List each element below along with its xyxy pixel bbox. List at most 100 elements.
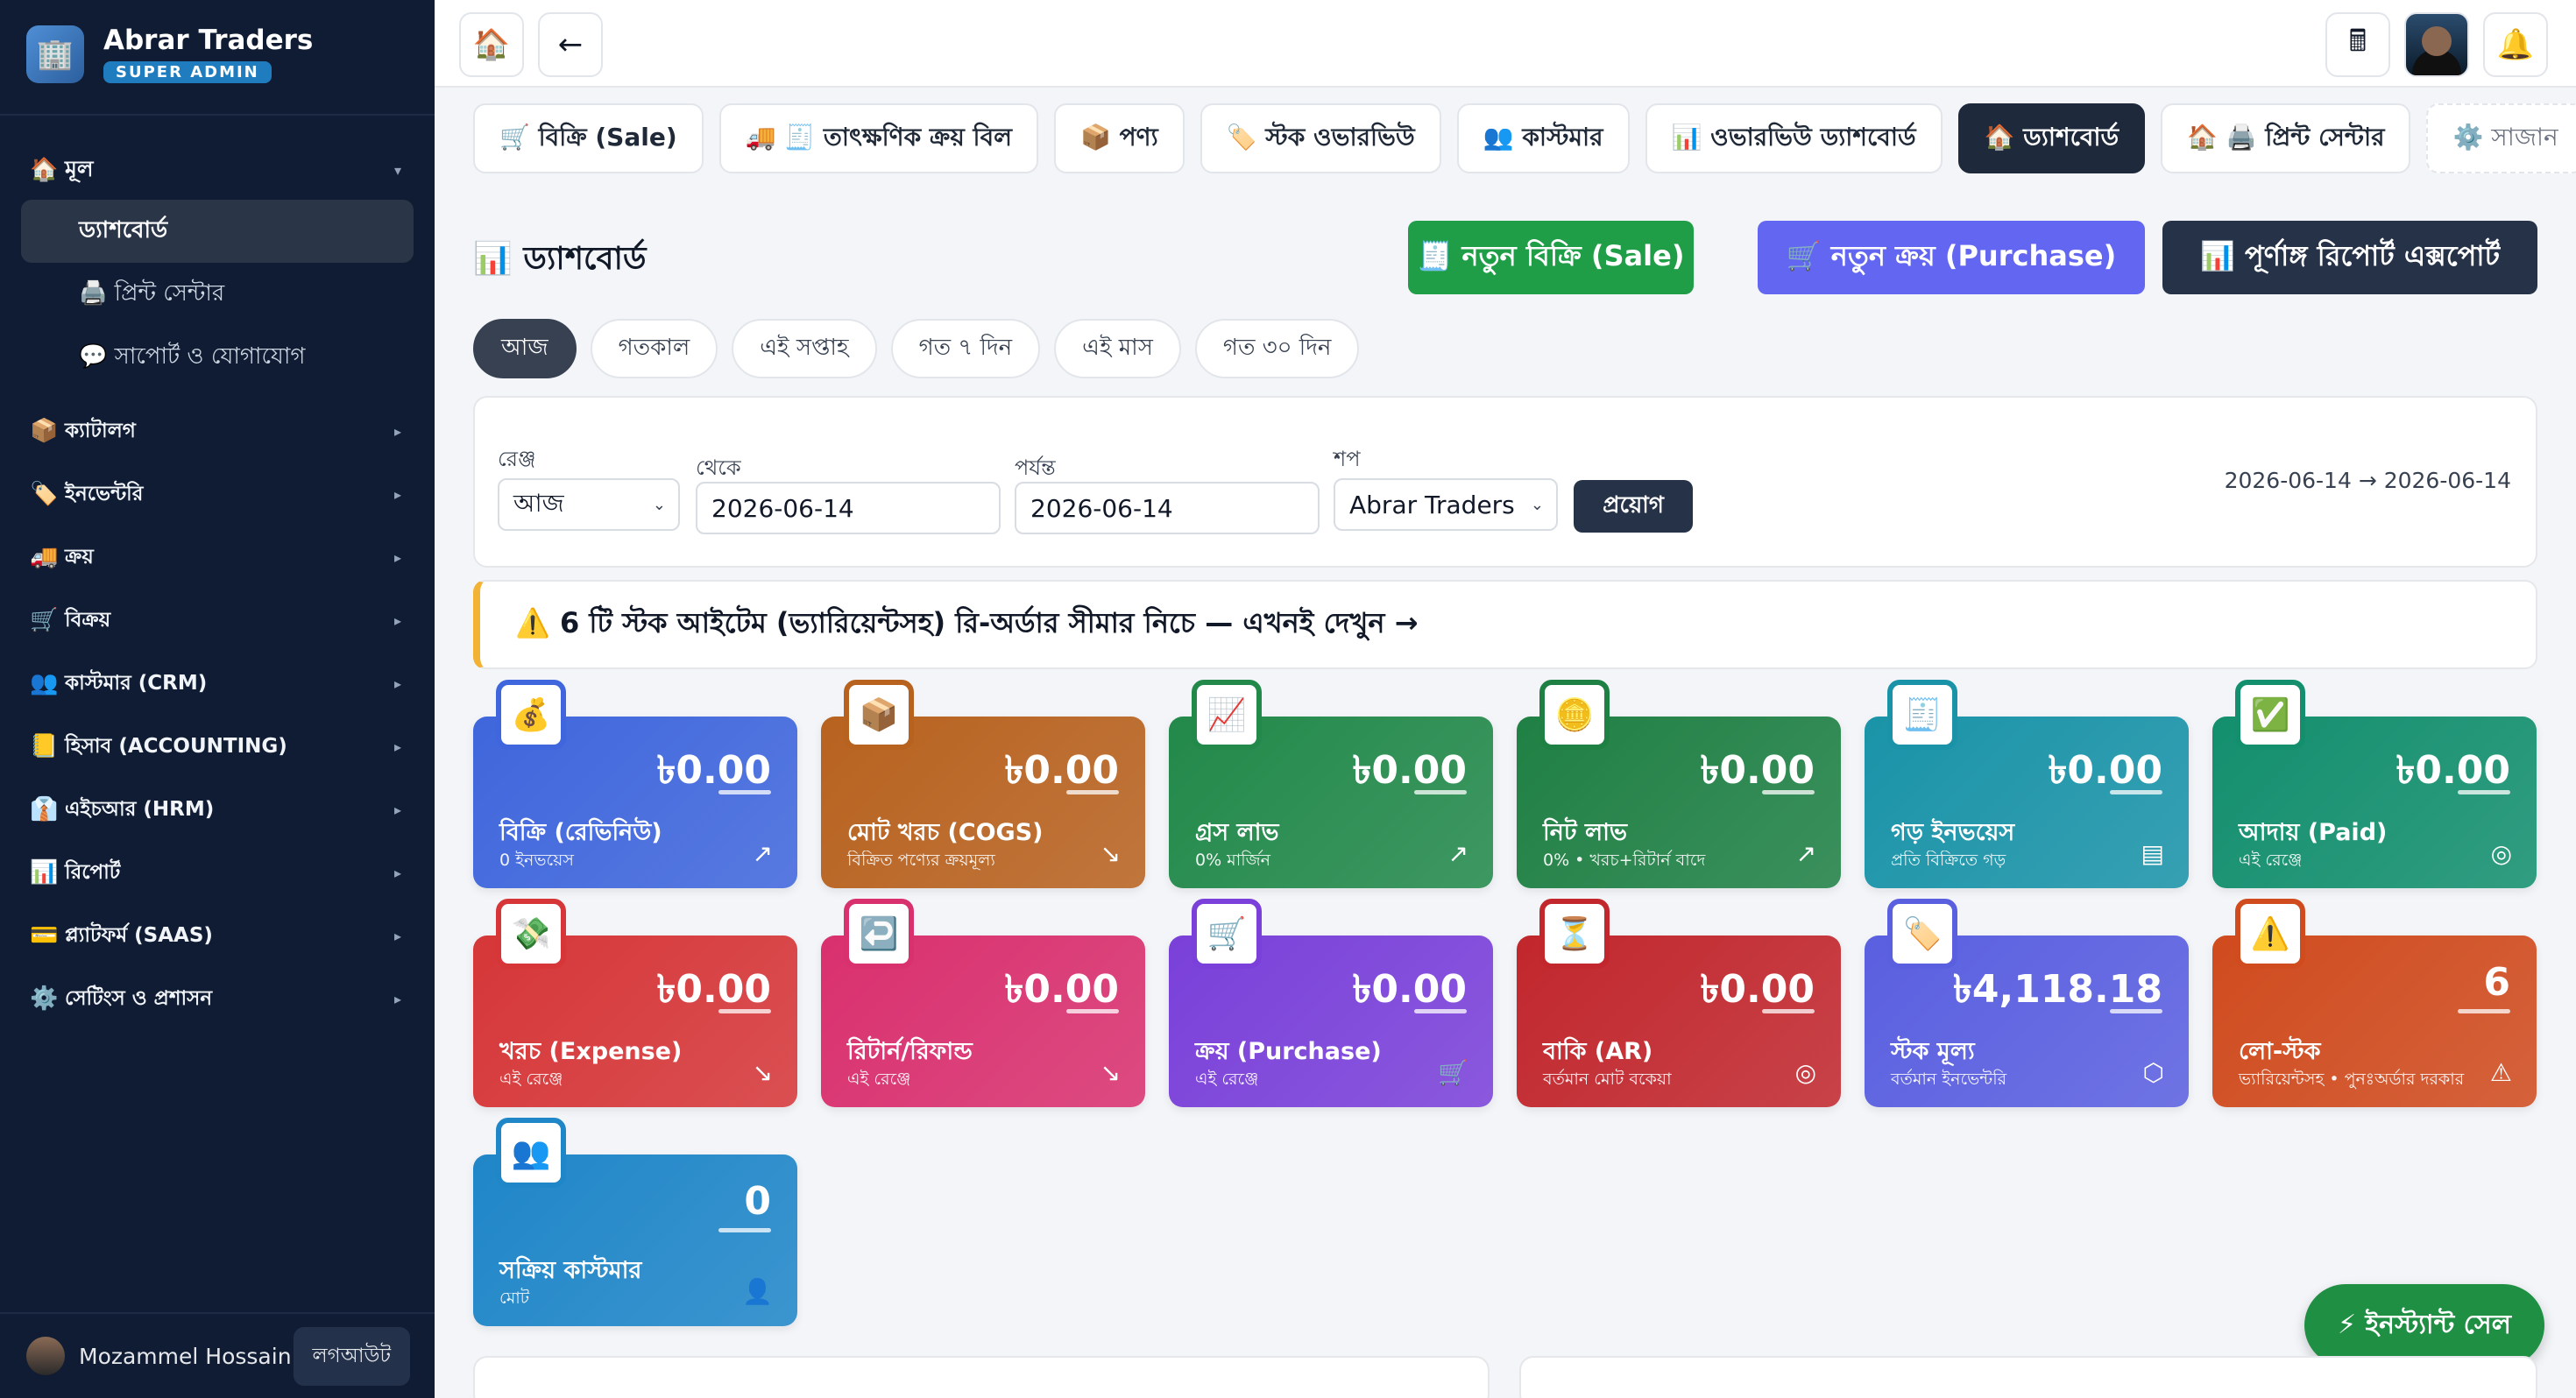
range-chip-3[interactable]: গত ৭ দিন [890,319,1041,378]
kpi-trend-icon: ↗ [1795,839,1816,868]
kpi-card[interactable]: ↩️ ৳0.00 রিটার্ন/রিফান্ড এই রেঞ্জে ↘ [821,899,1145,1107]
range-chip-4[interactable]: এই মাস [1054,319,1181,378]
kpi-card-underline [1414,790,1467,794]
kpi-card[interactable]: 🧾 ৳0.00 গড় ইনভয়েস প্রতি বিক্রিতে গড় ▤ [1865,680,2189,888]
kpi-card-subtitle: বিক্রিত পণ্যের ক্রয়মূল্য [847,851,995,870]
kpi-trend-icon: ◎ [2490,839,2512,868]
kpi-card-value: ৳0.00 [656,748,771,793]
tab-0[interactable]: 🛒 বিক্রি (Sale) [473,103,704,173]
notifications-button[interactable]: 🔔 [2483,12,2548,77]
kpi-card[interactable]: ✅ ৳0.00 আদায় (Paid) এই রেঞ্জে ◎ [2212,680,2537,888]
tab-3[interactable]: 🏷️ স্টক ওভারভিউ [1200,103,1441,173]
sidebar-group-3[interactable]: 🛒 বিক্রয় ▸ [21,589,414,652]
kpi-card-subtitle: এই রেঞ্জে [499,1070,563,1089]
sidebar-group-label: বিক্রয় [65,608,111,632]
sidebar-item-main-2[interactable]: 💬 সাপোর্ট ও যোগাযোগ [21,326,414,389]
kpi-card-value: ৳0.00 [656,967,771,1012]
kpi-card[interactable]: 🪙 ৳0.00 নিট লাভ 0% • খরচ+রিটার্ন বাদে ↗ [1517,680,1841,888]
chevron-right-icon: ▸ [393,990,401,1007]
chevron-down-icon: ▾ [393,161,401,179]
kpi-card-underline [1066,1009,1119,1013]
tab-8[interactable]: ⚙️ সাজান [2426,103,2576,173]
user-avatar[interactable] [26,1337,65,1375]
kpi-card-icon: 🪙 [1539,680,1610,750]
from-date-input[interactable]: 2026-06-14 [696,482,1001,534]
tab-5[interactable]: 📊 ওভারভিউ ড্যাশবোর্ড [1645,103,1943,173]
export-report-button[interactable]: 📊 পূর্ণাঙ্গ রিপোর্ট এক্সপোর্ট [2162,221,2537,294]
kpi-trend-icon: 🛒 [1438,1058,1468,1087]
kpi-card[interactable]: 🛒 ৳0.00 ক্রয় (Purchase) এই রেঞ্জে 🛒 [1169,899,1493,1107]
range-select-value: আজ [513,488,564,518]
kpi-card-subtitle: এই রেঞ্জে [847,1070,911,1089]
new-sale-button[interactable]: 🧾 নতুন বিক্রি (Sale) [1408,221,1694,294]
chevron-right-icon: ▸ [393,611,401,629]
kpi-card-underline [2110,1009,2162,1013]
kpi-card[interactable]: 📈 ৳0.00 গ্রস লাভ 0% মার্জিন ↗ [1169,680,1493,888]
kpi-trend-icon: ◎ [1794,1058,1816,1087]
kpi-card-icon: ⏳ [1539,899,1610,969]
sidebar-group-6[interactable]: 👔 এইচআর (HRM) ▸ [21,778,414,841]
kpi-card[interactable]: 💰 ৳0.00 বিক্রি (রেভিনিউ) 0 ইনভয়েস ↗ [473,680,797,888]
new-purchase-button[interactable]: 🛒 নতুন ক্রয় (Purchase) [1758,221,2145,294]
tab-7[interactable]: 🏠 🖨️ প্রিন্ট সেন্টার [2161,103,2411,173]
tab-2[interactable]: 📦 পণ্য [1054,103,1185,173]
range-chip-0[interactable]: আজ [473,319,577,378]
chevron-right-icon: ▸ [393,422,401,440]
instant-sale-button[interactable]: ⚡ ইনস্ট্যান্ট সেল [2304,1284,2544,1366]
sidebar-group-1[interactable]: 🏷️ ইনভেন্টরি ▸ [21,462,414,526]
kpi-card-icon: 📦 [844,680,914,750]
sidebar-group-9[interactable]: ⚙️ সেটিংস ও প্রশাসন ▸ [21,967,414,1030]
kpi-card[interactable]: 📦 ৳0.00 মোট খরচ (COGS) বিক্রিত পণ্যের ক্রয়… [821,680,1145,888]
kpi-card-subtitle: এই রেঞ্জে [2239,851,2303,870]
tab-1[interactable]: 🚚 🧾 তাৎক্ষণিক ক্রয় বিল [718,103,1039,173]
home-button[interactable]: 🏠 [459,12,524,77]
range-chip-2[interactable]: এই সপ্তাহ [732,319,877,378]
kpi-card-underline [1762,790,1815,794]
home-icon: 🏠 [30,157,59,183]
kpi-card-icon: 💰 [496,680,566,750]
to-date-input[interactable]: 2026-06-14 [1015,482,1320,534]
range-select[interactable]: আজ ⌄ [498,478,680,531]
kpi-card[interactable]: 🏷️ ৳4,118.18 স্টক মূল্য বর্তমান ইনভেন্টরি ⬡ [1865,899,2189,1107]
filter-card: রেঞ্জ আজ ⌄ থেকে 2026-06-14 পর্যন্ত 2026-… [473,396,2537,568]
shop-select[interactable]: Abrar Traders ⌄ [1334,478,1558,531]
kpi-card-value: 0 [744,1179,771,1224]
kpi-card[interactable]: ⚠️ 6 লো-স্টক ভ্যারিয়েন্টসহ • পুনঃঅর্ডার দর… [2212,899,2537,1107]
chevron-right-icon: ▸ [393,801,401,818]
kpi-card-underline [2458,790,2510,794]
brand[interactable]: 🏢 Abrar Traders SUPER ADMIN [26,25,313,83]
logout-button[interactable]: লগআউট [293,1326,410,1386]
kpi-card-subtitle: 0% মার্জিন [1195,851,1271,870]
sidebar-group-5[interactable]: 📒 হিসাব (ACCOUNTING) ▸ [21,715,414,778]
profile-avatar[interactable] [2404,12,2469,77]
nav-group-label: মূল [65,155,94,181]
kpi-card-subtitle: প্রতি বিক্রিতে গড় [1891,851,2006,870]
sidebar-group-label: রিপোর্ট [65,860,121,884]
range-chip-5[interactable]: গত ৩০ দিন [1194,319,1360,378]
kpi-card-icon: 👥 [496,1118,566,1188]
kpi-card-subtitle: বর্তমান মোট বকেয়া [1543,1070,1672,1089]
brand-logo-icon: 🏢 [26,25,84,83]
sidebar-group-2[interactable]: 🚚 ক্রয় ▸ [21,526,414,589]
kpi-card-icon: 💸 [496,899,566,969]
kpi-card[interactable]: 💸 ৳0.00 খরচ (Expense) এই রেঞ্জে ↘ [473,899,797,1107]
low-stock-alert[interactable]: ⚠️ 6 টি স্টক আইটেম (ভ্যারিয়েন্টসহ) রি-অ… [473,580,2537,669]
calculator-button[interactable]: 🖩 [2325,12,2390,77]
apply-button[interactable]: প্রয়োগ [1574,480,1693,533]
range-chips: আজ গতকাল এই সপ্তাহ গত ৭ দিন এই মাস গত ৩০ দিন [473,319,1373,378]
sidebar-group-0[interactable]: 📦 ক্যাটালগ ▸ [21,399,414,462]
sidebar-group-4[interactable]: 👥 কাস্টমার (CRM) ▸ [21,652,414,715]
kpi-card[interactable]: 👥 0 সক্রিয় কাস্টমার মোট 👤 [473,1118,797,1326]
bell-icon: 🔔 [2496,27,2535,62]
nav-group-main[interactable]: 🏠 মূল ▾ [21,140,414,200]
sidebar-group-8[interactable]: 💳 প্ল্যাটফর্ম (SAAS) ▸ [21,904,414,967]
chevron-down-icon: ⌄ [1530,495,1544,514]
kpi-card[interactable]: ⏳ ৳0.00 বাকি (AR) বর্তমান মোট বকেয়া ◎ [1517,899,1841,1107]
tab-6[interactable]: 🏠 ড্যাশবোর্ড [1957,103,2146,173]
sidebar-group-7[interactable]: 📊 রিপোর্ট ▸ [21,841,414,904]
sidebar-item-main-1[interactable]: 🖨️ প্রিন্ট সেন্টার [21,263,414,326]
sidebar-item-main-0[interactable]: ড্যাশবোর্ড [21,200,414,263]
tab-4[interactable]: 👥 কাস্টমার [1456,103,1630,173]
range-chip-1[interactable]: গতকাল [590,319,718,378]
back-button[interactable]: ← [538,12,603,77]
